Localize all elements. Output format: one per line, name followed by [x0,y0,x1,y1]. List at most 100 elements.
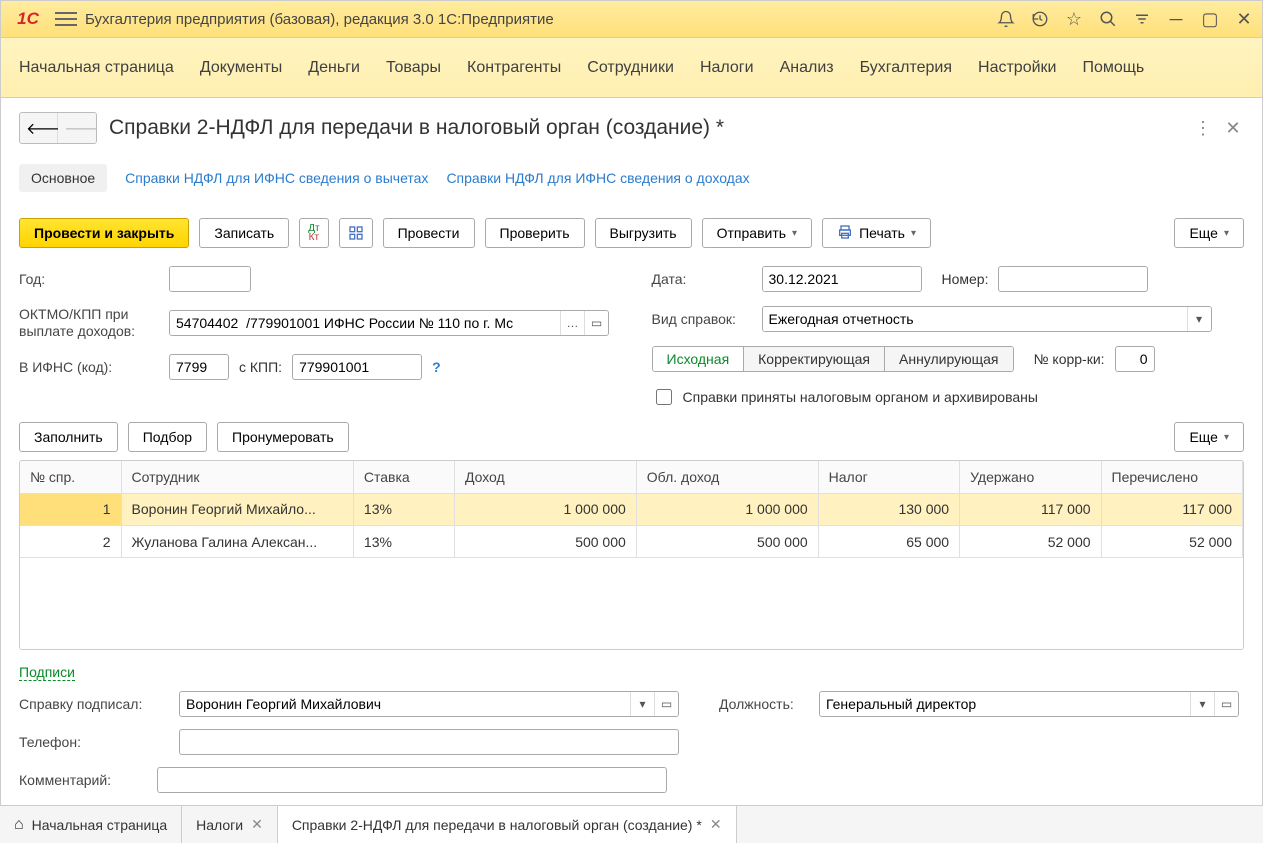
toggle-cancelling[interactable]: Аннулирующая [885,347,1013,371]
post-and-close-button[interactable]: Провести и закрыть [19,218,189,248]
more-button[interactable]: Еще▾ [1174,218,1244,248]
cell-income: 500 000 [454,526,636,558]
archived-label: Справки приняты налоговым органом и архи… [683,389,1038,405]
renumber-button[interactable]: Пронумеровать [217,422,349,452]
structure-button[interactable] [339,218,373,248]
toolbar: Провести и закрыть Записать ДтКт Провест… [19,218,1244,248]
toggle-original[interactable]: Исходная [653,347,745,371]
cell-rate: 13% [353,526,454,558]
comment-label: Комментарий: [19,772,147,788]
menu-documents[interactable]: Документы [200,59,282,77]
phone-input[interactable] [179,729,679,755]
signed-by-input[interactable] [180,692,630,716]
send-button[interactable]: Отправить▾ [702,218,812,248]
type-select[interactable] [763,307,1187,331]
kebab-menu-icon[interactable]: ⋮ [1192,117,1214,139]
filter-icon[interactable] [1132,9,1152,29]
fill-button[interactable]: Заполнить [19,422,118,452]
archived-checkbox[interactable] [656,389,672,405]
tab-deductions-link[interactable]: Справки НДФЛ для ИФНС сведения о вычетах [125,170,428,186]
bell-icon[interactable] [996,9,1016,29]
open-icon[interactable]: ▭ [654,692,678,716]
table-row[interactable]: 2 Жуланова Галина Алексан... 13% 500 000… [20,526,1243,558]
tab-income-link[interactable]: Справки НДФЛ для ИФНС сведения о доходах [446,170,749,186]
table-more-button[interactable]: Еще▾ [1174,422,1244,452]
history-icon[interactable] [1030,9,1050,29]
menu-contractors[interactable]: Контрагенты [467,59,561,77]
cell-employee: Воронин Георгий Михайло... [121,494,353,526]
signatures-link[interactable]: Подписи [19,664,75,681]
search-icon[interactable] [1098,9,1118,29]
col-income[interactable]: Доход [454,461,636,493]
minimize-icon[interactable]: ─ [1166,9,1186,29]
chevron-down-icon[interactable]: ▾ [630,692,654,716]
nav-back-button[interactable]: 🡐 [20,113,58,143]
more-label: Еще [1189,225,1218,241]
form-tabs: Основное Справки НДФЛ для ИФНС сведения … [19,158,1244,198]
chevron-down-icon: ▾ [911,228,916,239]
document-title: Справки 2-НДФЛ для передачи в налоговый … [109,116,1180,140]
close-icon[interactable]: ✕ [251,816,263,833]
type-label: Вид справок: [652,311,752,327]
ellipsis-icon[interactable]: … [560,311,584,335]
open-icon[interactable]: ▭ [584,311,608,335]
close-window-icon[interactable]: ✕ [1234,9,1254,29]
col-num[interactable]: № спр. [20,461,121,493]
menu-help[interactable]: Помощь [1082,59,1144,77]
chevron-down-icon[interactable]: ▾ [1190,692,1214,716]
number-label: Номер: [942,271,989,287]
menu-accounting[interactable]: Бухгалтерия [860,59,952,77]
chevron-down-icon[interactable]: ▾ [1187,307,1211,331]
menu-analysis[interactable]: Анализ [780,59,834,77]
bottom-tab-taxes[interactable]: Налоги ✕ [182,806,278,843]
cell-income: 1 000 000 [454,494,636,526]
close-form-icon[interactable]: ✕ [1222,117,1244,139]
close-icon[interactable]: ✕ [710,816,722,833]
home-icon: ⌂ [14,816,24,834]
post-button[interactable]: Провести [383,218,475,248]
menu-taxes[interactable]: Налоги [700,59,754,77]
check-button[interactable]: Проверить [485,218,585,248]
date-input[interactable] [763,267,922,291]
cell-num: 1 [20,494,121,526]
date-label: Дата: [652,271,752,287]
kpp-input[interactable] [292,354,422,380]
comment-input[interactable] [157,767,667,793]
bottom-tab-document[interactable]: Справки 2-НДФЛ для передачи в налоговый … [278,806,737,843]
oktmo-input[interactable] [170,311,560,335]
menu-employees[interactable]: Сотрудники [587,59,674,77]
write-button[interactable]: Записать [199,218,289,248]
menu-home[interactable]: Начальная страница [19,59,174,77]
number-input[interactable] [998,266,1148,292]
menu-settings[interactable]: Настройки [978,59,1056,77]
export-button[interactable]: Выгрузить [595,218,692,248]
year-input[interactable] [170,267,251,291]
cell-taxable: 500 000 [636,526,818,558]
col-rate[interactable]: Ставка [353,461,454,493]
cell-tax: 130 000 [818,494,959,526]
tab-main[interactable]: Основное [19,164,107,192]
menu-money[interactable]: Деньги [308,59,360,77]
dtkt-button[interactable]: ДтКт [299,218,328,248]
col-tax[interactable]: Налог [818,461,959,493]
print-button[interactable]: Печать▾ [822,218,931,248]
pick-button[interactable]: Подбор [128,422,207,452]
oktmo-label: ОКТМО/КПП при выплате доходов: [19,306,159,340]
corr-input[interactable] [1115,346,1155,372]
open-icon[interactable]: ▭ [1214,692,1238,716]
bottom-tab-home[interactable]: ⌂ Начальная страница [0,806,182,843]
maximize-icon[interactable]: ▢ [1200,9,1220,29]
position-input[interactable] [820,692,1190,716]
col-withheld[interactable]: Удержано [960,461,1101,493]
star-icon[interactable]: ☆ [1064,9,1084,29]
help-icon[interactable]: ? [432,359,441,375]
col-employee[interactable]: Сотрудник [121,461,353,493]
table-row[interactable]: 1 Воронин Георгий Михайло... 13% 1 000 0… [20,494,1243,526]
hamburger-icon[interactable] [55,8,77,30]
toggle-correcting[interactable]: Корректирующая [744,347,885,371]
ifns-input[interactable] [169,354,229,380]
col-transferred[interactable]: Перечислено [1101,461,1242,493]
col-taxable[interactable]: Обл. доход [636,461,818,493]
menu-goods[interactable]: Товары [386,59,441,77]
bottom-tabs: ⌂ Начальная страница Налоги ✕ Справки 2-… [0,805,1263,843]
